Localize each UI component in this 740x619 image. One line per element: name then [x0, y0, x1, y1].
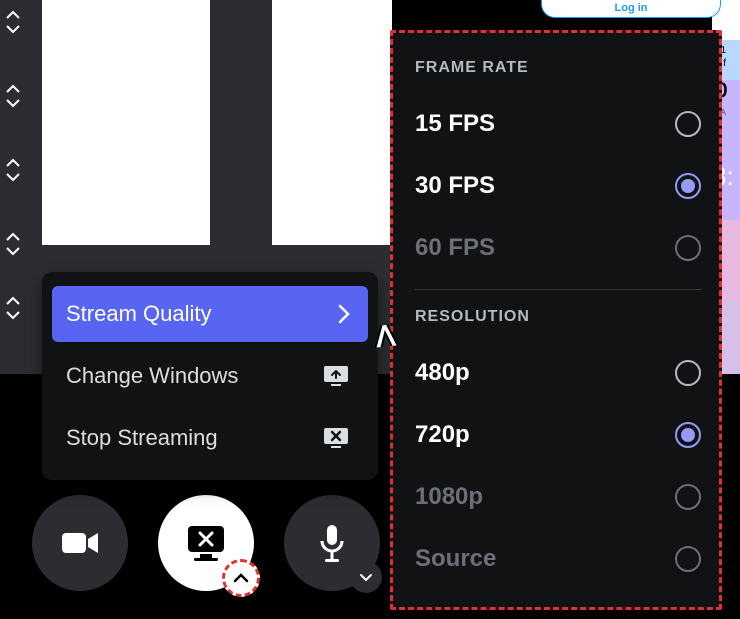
mic-options-toggle[interactable]: [350, 561, 382, 593]
stream-quality-panel: Frame Rate 15 FPS 30 FPS 60 FPS Resoluti…: [390, 30, 722, 610]
radio-selected-icon: [675, 422, 701, 448]
chevron-down-icon: [5, 24, 21, 34]
login-button[interactable]: Log in: [541, 0, 721, 18]
chevron-pair[interactable]: [5, 296, 21, 320]
chevron-pair[interactable]: [5, 10, 21, 34]
chevron-down-icon: [5, 98, 21, 108]
pointer-glyph: ᐱ: [374, 319, 397, 354]
camera-icon: [60, 529, 100, 557]
menu-item-stop-streaming[interactable]: Stop Streaming: [52, 410, 368, 466]
chevron-down-icon: [359, 573, 373, 582]
radio-icon: [675, 111, 701, 137]
menu-item-label: Stop Streaming: [66, 425, 218, 451]
resolution-option-480p[interactable]: 480p: [415, 342, 701, 404]
share-screen-icon: [322, 364, 350, 388]
menu-item-label: Stream Quality: [66, 301, 212, 327]
chevron-up-icon: [5, 232, 21, 242]
chevron-up-icon: [5, 296, 21, 306]
radio-icon: [675, 360, 701, 386]
resolution-option-source[interactable]: Source: [415, 528, 701, 590]
preview-panel-2: [272, 0, 392, 245]
frame-rate-heading: Frame Rate: [415, 59, 701, 77]
stop-stream-icon: [322, 426, 350, 450]
chevron-down-icon: [5, 246, 21, 256]
chevron-down-icon: [5, 310, 21, 320]
radio-icon: [675, 484, 701, 510]
option-label: 30 FPS: [415, 172, 495, 200]
menu-item-stream-quality[interactable]: Stream Quality: [52, 286, 368, 342]
resolution-option-1080p[interactable]: 1080p: [415, 466, 701, 528]
option-label: 480p: [415, 359, 470, 387]
resolution-heading: Resolution: [415, 308, 701, 326]
preview-panel-1: [42, 0, 210, 245]
chevron-pair[interactable]: [5, 158, 21, 182]
frame-rate-option-15[interactable]: 15 FPS: [415, 93, 701, 155]
option-label: 15 FPS: [415, 110, 495, 138]
radio-selected-icon: [675, 173, 701, 199]
frame-rate-option-60[interactable]: 60 FPS: [415, 217, 701, 279]
frame-rate-option-30[interactable]: 30 FPS: [415, 155, 701, 217]
chevron-up-icon: [233, 573, 249, 583]
menu-item-label: Change Windows: [66, 363, 238, 389]
radio-icon: [675, 235, 701, 261]
camera-button[interactable]: [32, 495, 128, 591]
option-label: Source: [415, 545, 496, 573]
menu-item-change-windows[interactable]: Change Windows: [52, 348, 368, 404]
option-label: 60 FPS: [415, 234, 495, 262]
chevron-right-icon: [338, 304, 350, 324]
resolution-option-720p[interactable]: 720p: [415, 404, 701, 466]
option-label: 720p: [415, 421, 470, 449]
radio-icon: [675, 546, 701, 572]
chevron-pair[interactable]: [5, 84, 21, 108]
chevron-up-icon: [5, 84, 21, 94]
stop-stream-button[interactable]: [158, 495, 254, 591]
chevron-up-icon: [5, 10, 21, 20]
stream-context-menu: Stream Quality Change Windows Stop Strea…: [42, 272, 378, 480]
left-chevron-column: [5, 10, 21, 320]
option-label: 1080p: [415, 483, 483, 511]
mic-button[interactable]: [284, 495, 380, 591]
chevron-pair[interactable]: [5, 232, 21, 256]
chevron-down-icon: [5, 172, 21, 182]
divider: [415, 289, 701, 290]
stream-options-toggle[interactable]: [222, 559, 260, 597]
screen-stop-icon: [184, 524, 228, 562]
chevron-up-icon: [5, 158, 21, 168]
mic-icon: [318, 523, 346, 563]
